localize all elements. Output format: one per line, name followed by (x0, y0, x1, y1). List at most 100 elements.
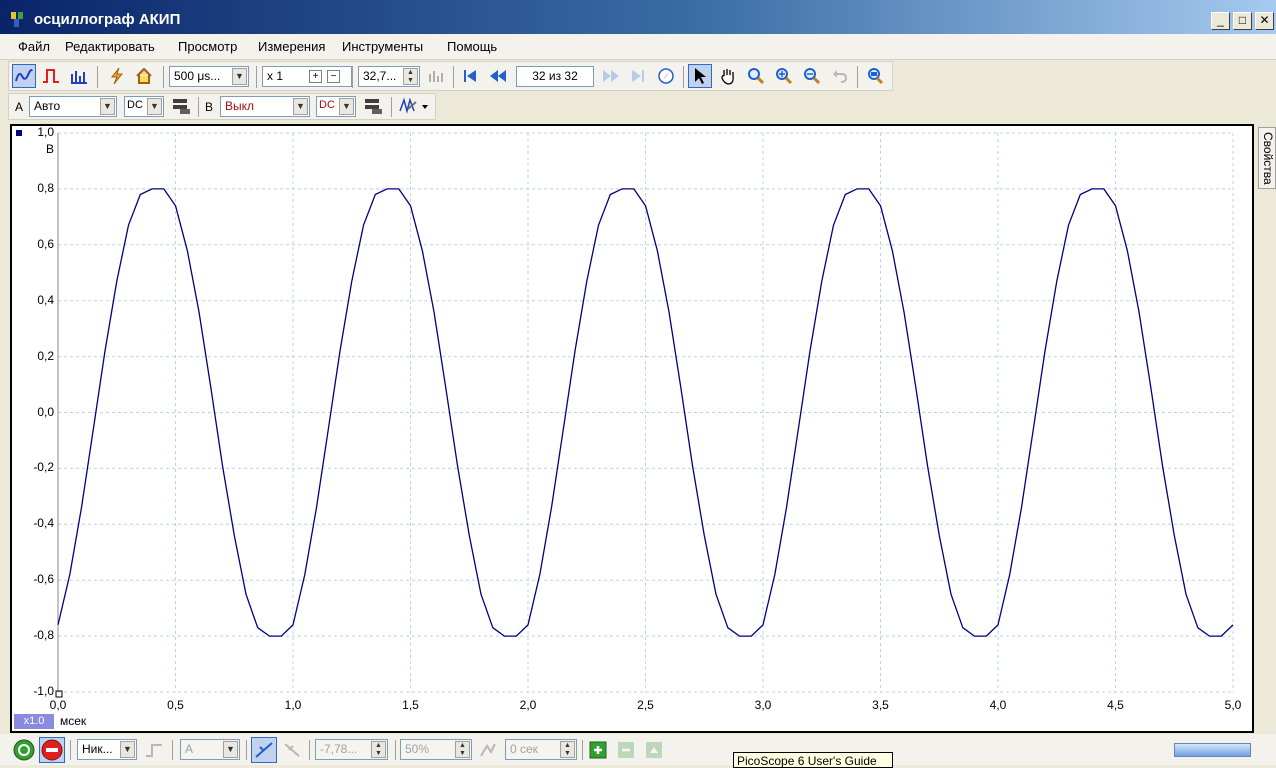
chevron-down-icon: ▼ (120, 741, 135, 758)
x-tick-label: 1,0 (284, 698, 302, 712)
channel-options-icon (365, 99, 382, 114)
skip-first-icon (464, 70, 476, 82)
spectrum-mode-button[interactable] (68, 65, 90, 87)
zoom-plus-button[interactable]: + (309, 70, 322, 83)
x-tick-label: 4,0 (989, 698, 1007, 712)
y-tick-label: 1,0 (37, 125, 54, 139)
channel-b-range-value: Выкл (225, 99, 255, 113)
oscilloscope-view[interactable]: 1,0 0,8 0,6 0,4 0,2 0,0 -0,2 -0,4 -0,6 -0,8 -1,0 В… (10, 124, 1254, 733)
lightning-icon (110, 67, 124, 85)
menu-help[interactable]: Помощь (447, 39, 497, 54)
x-tick-label: 1,5 (402, 698, 419, 712)
undo-zoom-button[interactable] (829, 65, 851, 87)
properties-side-tab[interactable]: Свойства (1258, 127, 1276, 189)
chevron-down-icon: ▼ (223, 741, 238, 758)
trigger-threshold-field[interactable]: -7,78... ▲ ▼ (315, 739, 388, 760)
y-unit-label: В (46, 142, 55, 156)
compass-icon (658, 68, 674, 84)
channel-a-range-select[interactable]: Авто ▼ (29, 96, 117, 117)
zoom-in-button[interactable] (773, 65, 795, 87)
x-tick-label: 0,0 (49, 698, 67, 712)
close-button[interactable]: ✕ (1255, 12, 1274, 30)
window-title: осциллограф АКИП (34, 11, 181, 28)
next-buffer-button[interactable] (600, 65, 622, 87)
fast-forward-icon (603, 70, 619, 82)
delay-button[interactable] (477, 739, 499, 761)
timebase-select[interactable]: 500 μs... ▼ (169, 66, 249, 87)
persistence-mode-button[interactable] (40, 65, 62, 87)
remove-ruler-button[interactable] (615, 739, 637, 761)
first-buffer-button[interactable] (459, 65, 481, 87)
multiplier-value: x 1 (267, 69, 284, 83)
x-tick-label: 3,5 (872, 698, 889, 712)
chevron-down-icon: ▼ (100, 98, 115, 115)
channel-a-range-value: Авто (34, 99, 61, 113)
samples-field[interactable]: 32,7... ▲ ▼ (358, 66, 420, 87)
add-ruler-button[interactable] (587, 739, 609, 761)
menu-measurements[interactable]: Измерения (258, 39, 325, 54)
channel-a-coupling-value: DC (127, 99, 143, 111)
trigger-delay-field[interactable]: 0 сек ▲ ▼ (505, 739, 577, 760)
zoom-out-button[interactable] (801, 65, 823, 87)
spinner-icon: ▲ ▼ (455, 741, 470, 758)
x-tick-label: 2,5 (637, 698, 654, 712)
rewind-icon (490, 70, 506, 82)
zoom-factor-badge: x1.0 (14, 714, 54, 729)
ruler-settings-button[interactable] (643, 739, 665, 761)
trigger-mode-select[interactable]: Ник... ▼ (77, 739, 137, 760)
buffer-position-value: 32 из 32 (532, 69, 578, 83)
menu-view[interactable]: Просмотр (178, 39, 237, 54)
channel-b-options-button[interactable] (362, 95, 386, 117)
zoom-overview-button[interactable] (864, 65, 886, 87)
math-channel-button[interactable] (396, 95, 432, 117)
chart-grid (57, 132, 1234, 693)
trigger-source-select[interactable]: A ▼ (180, 739, 240, 760)
default-setup-button[interactable] (133, 65, 155, 87)
pointer-tool-button[interactable] (688, 64, 712, 88)
y-tick-label: -0,4 (33, 516, 54, 531)
bottom-toolbar: Ник... ▼ A ▼ -7,78... ▲ ▼ 50% ▲ ▼ 0 сек ▲ ▼ (0, 734, 1276, 765)
start-button[interactable] (12, 738, 36, 762)
channel-b-range-select[interactable]: Выкл ▼ (220, 96, 310, 117)
falling-trigger-button[interactable] (281, 739, 303, 761)
resolution-button[interactable] (426, 65, 448, 87)
autosetup-button[interactable] (106, 65, 128, 87)
menu-edit[interactable]: Редактировать (65, 39, 155, 54)
buffer-navigator-button[interactable] (655, 65, 677, 87)
hand-tool-button[interactable] (717, 65, 739, 87)
y-tick-label: -1,0 (33, 684, 54, 698)
channel-b-coupling-select[interactable]: DC ▼ (316, 96, 356, 117)
x-tick-label: 4,5 (1107, 698, 1124, 712)
maximize-button[interactable]: □ (1233, 12, 1252, 30)
zoom-minus-button[interactable]: − (327, 70, 340, 83)
delay-icon (480, 743, 496, 757)
trigger-type-button[interactable] (143, 739, 165, 761)
channel-toolbar: A Авто ▼ DC ▼ B Выкл ▼ DC ▼ (8, 93, 436, 120)
menu-tools[interactable]: Инструменты (342, 39, 423, 54)
zoom-select-button[interactable] (745, 65, 767, 87)
hand-icon (721, 69, 734, 85)
hand-chart-icon (429, 71, 443, 82)
y-tick-label: 0,8 (37, 180, 54, 195)
channel-a-coupling-select[interactable]: DC ▼ (124, 96, 164, 117)
app-icon (11, 12, 23, 27)
last-buffer-button[interactable] (627, 65, 649, 87)
title-bar: осциллограф АКИП _ □ ✕ (0, 0, 1276, 34)
x-tick-label: 2,0 (519, 698, 537, 712)
y-tick-label: 0,6 (37, 236, 54, 251)
chart-svg (16, 130, 1234, 698)
previous-buffer-button[interactable] (487, 65, 509, 87)
channel-options-icon (173, 99, 190, 114)
channel-a-options-button[interactable] (170, 95, 194, 117)
spectrum-icon (71, 71, 87, 84)
buffer-position-field[interactable]: 32 из 32 (516, 66, 594, 87)
undo-icon (833, 70, 848, 83)
stop-button[interactable] (39, 737, 65, 763)
menu-file[interactable]: Файл (18, 39, 50, 54)
minimize-button[interactable]: _ (1211, 12, 1230, 30)
scope-mode-button[interactable] (12, 64, 36, 88)
pretrigger-field[interactable]: 50% ▲ ▼ (400, 739, 472, 760)
pretrigger-value: 50% (405, 742, 430, 756)
rising-trigger-icon (255, 742, 273, 758)
rising-trigger-button[interactable] (251, 737, 277, 763)
